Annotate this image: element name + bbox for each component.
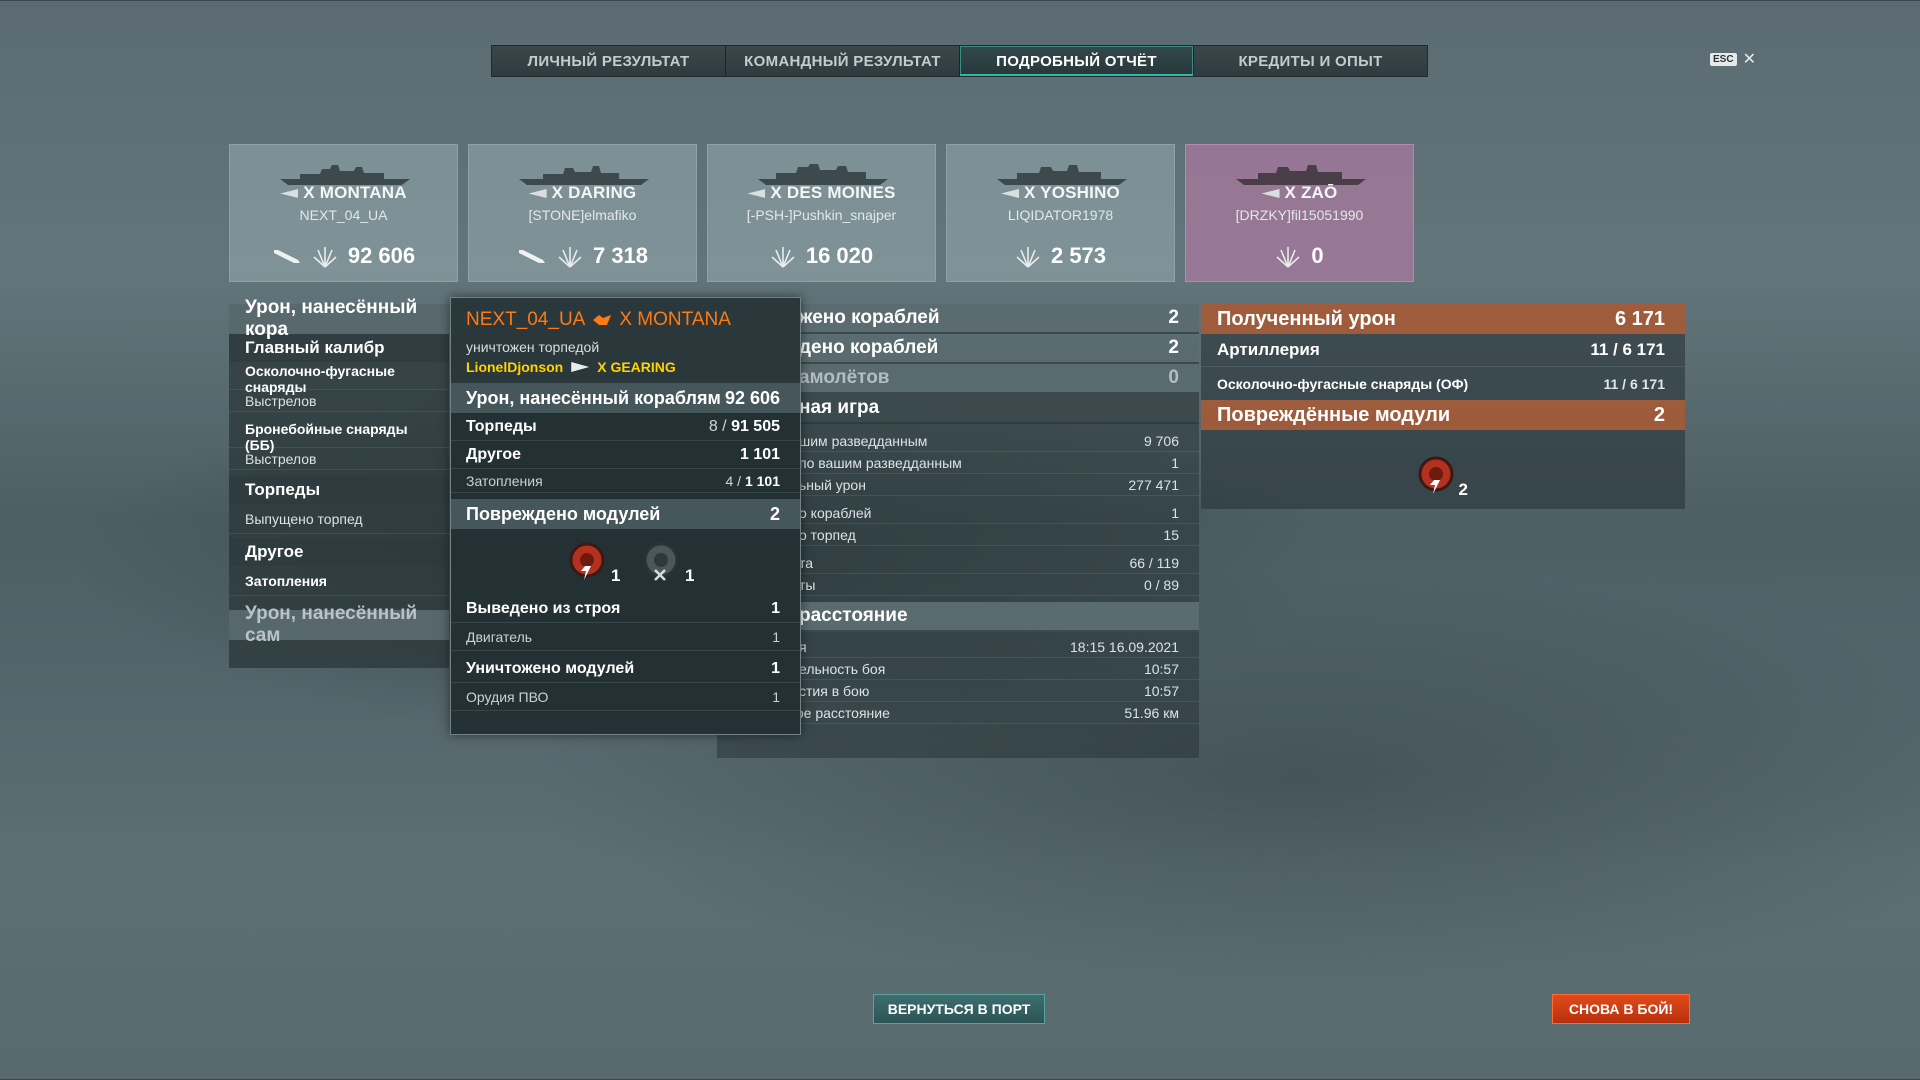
card-stats: 2 573 [947, 243, 1174, 269]
tooltip-damage-row: Урон, нанесённый кораблям 92 606 [451, 383, 800, 413]
tab-team-result[interactable]: КОМАНДНЫЙ РЕЗУЛЬТАТ [726, 46, 960, 76]
module-count: 1 [685, 566, 695, 585]
battleship-class-icon [280, 189, 299, 199]
tooltip-title: NEXT_04_UA X MONTANA [466, 309, 785, 331]
tooltip-player: NEXT_04_UA [466, 309, 586, 330]
module-damage-icon: 2 [1416, 454, 1468, 499]
damage-received-header: Полученный урон 6 171 [1201, 304, 1685, 334]
module-count: 2 [1458, 480, 1468, 499]
tab-detailed-report[interactable]: ПОДРОБНЫЙ ОТЧЁТ [960, 46, 1194, 76]
card-stats: 16 020 [708, 243, 935, 269]
ship-name: X ZAŌ [1186, 183, 1413, 203]
battleship-class-icon [593, 315, 612, 325]
ship-silhouette-icon [280, 165, 410, 185]
damage-dealt-panel: Урон, нанесённый кора Главный калибр Оск… [229, 297, 449, 668]
card-stats: 7 318 [469, 243, 696, 269]
tooltip-other-row: Другое 1 101 [451, 441, 800, 469]
flooding-row: Затопления [229, 566, 449, 596]
ship-name: X YOSHINO [947, 183, 1174, 203]
result-tabs: ЛИЧНЫЙ РЕЗУЛЬТАТ КОМАНДНЫЙ РЕЗУЛЬТАТ ПОД… [491, 45, 1428, 77]
damage-icon [771, 247, 795, 268]
damage-received-panel: Полученный урон 6 171 Артиллерия 11 / 6 17… [1201, 304, 1685, 509]
return-to-port-button[interactable]: ВЕРНУТЬСЯ В ПОРТ [873, 994, 1045, 1024]
killer-player: LionelDjonson [466, 359, 564, 375]
player-name: [STONE]elmafiko [528, 207, 637, 223]
torpedoes-launched-row: Выпущено торпед [229, 504, 449, 534]
battle-again-button[interactable]: СНОВА В БОЙ! [1552, 994, 1690, 1024]
module-count: 1 [611, 566, 621, 585]
he-shells-row: Осколочно-фугасные снаряды [229, 363, 449, 395]
damage-dealt-header: Урон, нанесённый кора [229, 297, 449, 340]
ship-card[interactable]: X DARING [STONE]elmafiko 7 318 [468, 144, 697, 282]
tooltip-flooding-row: Затопления 4 / 1 101 [451, 469, 800, 493]
death-status: уничтожен торпедой [466, 339, 600, 355]
self-damage-header: Урон, нанесённый сам [229, 603, 449, 646]
artillery-row: Артиллерия 11 / 6 171 [1217, 340, 1665, 359]
player-name: LIQIDATOR1978 [1007, 207, 1114, 223]
kill-tooltip: NEXT_04_UA X MONTANA уничтожен торпедой … [450, 297, 801, 735]
tooltip-disabled-row: Выведено из строя 1 [451, 595, 800, 623]
close-button[interactable]: ESC ✕ [1710, 49, 1756, 69]
tooltip-module-icons: 1 1 [451, 529, 800, 595]
damage-value: 0 [1311, 243, 1324, 268]
cruiser-class-icon [747, 189, 766, 199]
cruiser-class-icon [1001, 189, 1020, 199]
module-damaged-icon: 1 [567, 540, 621, 585]
ship-name: X DARING [469, 183, 696, 203]
tab-credits-xp[interactable]: КРЕДИТЫ И ОПЫТ [1194, 46, 1427, 76]
tooltip-header: NEXT_04_UA X MONTANA уничтожен торпедой … [451, 298, 800, 383]
torpedo-icon [518, 250, 545, 263]
player-name: NEXT_04_UA [299, 207, 388, 223]
ship-silhouette-icon [758, 164, 888, 185]
ship-cards: X MONTANA NEXT_04_UA 92 606 X DARING [ST… [229, 144, 1414, 282]
ship-card[interactable]: X DES MOINES [-PSH-]Pushkin_snajper 16 0… [707, 144, 936, 282]
player-name: [-PSH-]Pushkin_snajper [746, 207, 897, 223]
card-stats: 92 606 [230, 243, 457, 269]
cruiser-class-icon [1261, 189, 1280, 199]
ship-name: X MONTANA [230, 183, 457, 203]
tooltip-ship: X MONTANA [619, 309, 731, 330]
damage-icon [313, 247, 337, 268]
other-row: Другое [229, 538, 449, 566]
damage-icon [558, 247, 582, 268]
tooltip-engine-row: Двигатель 1 [451, 623, 800, 651]
torpedo-icon [273, 250, 300, 263]
ship-name: X DES MOINES [708, 183, 935, 203]
destroyer-class-icon [571, 362, 590, 372]
ship-card[interactable]: X MONTANA NEXT_04_UA 92 606 [229, 144, 458, 282]
ship-silhouette-icon [519, 166, 649, 185]
ap-shells-row: Бронебойные снаряды (ББ) [229, 421, 449, 453]
tooltip-torpedoes-row: Торпеды 8 / 91 505 [451, 413, 800, 441]
torpedoes-row: Торпеды [229, 476, 449, 504]
player-name: [DRZKY]fil15051990 [1235, 207, 1364, 223]
killer-info: LionelDjonson X GEARING [466, 359, 785, 375]
damage-icon [1276, 247, 1300, 268]
killer-ship: X GEARING [597, 359, 676, 375]
close-icon[interactable]: ✕ [1743, 49, 1756, 69]
tooltip-destroyed-row: Уничтожено модулей 1 [451, 655, 800, 683]
destroyer-class-icon [528, 189, 547, 199]
module-destroyed-icon: 1 [641, 540, 695, 585]
he-received-row: Осколочно-фугасные снаряды (ОФ) 11 / 6 17… [1201, 366, 1685, 400]
tooltip-modules-row: Повреждено модулей 2 [451, 499, 800, 529]
ship-card[interactable]: X YOSHINO LIQIDATOR1978 2 573 [946, 144, 1175, 282]
ship-card-enemy[interactable]: X ZAŌ [DRZKY]fil15051990 0 [1185, 144, 1414, 282]
tab-personal-result[interactable]: ЛИЧНЫЙ РЕЗУЛЬТАТ [492, 46, 726, 76]
esc-key-hint: ESC [1710, 52, 1737, 66]
ship-silhouette-icon [997, 165, 1127, 185]
damage-value: 92 606 [347, 243, 416, 268]
damage-icon [1016, 247, 1040, 268]
damage-value: 16 020 [805, 243, 874, 268]
damage-value: 2 573 [1050, 243, 1107, 268]
damaged-modules-header: Повреждённые модули 2 [1201, 400, 1685, 430]
card-stats: 0 [1186, 243, 1413, 269]
damage-value: 7 318 [592, 243, 649, 268]
tooltip-aa-row: Орудия ПВО 1 [451, 683, 800, 711]
ship-silhouette-icon [1236, 165, 1366, 185]
